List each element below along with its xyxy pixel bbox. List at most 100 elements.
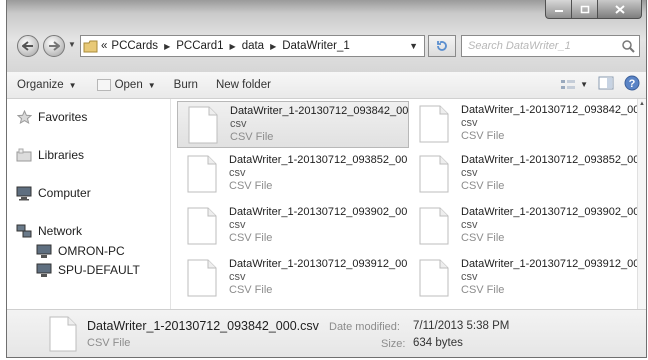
csv-file-icon xyxy=(187,207,217,249)
breadcrumb-data[interactable]: data xyxy=(242,40,264,52)
computer-icon xyxy=(15,185,33,201)
navigation-pane: Favorites Libraries Computer Network OMR… xyxy=(7,99,171,309)
back-button[interactable] xyxy=(17,35,39,57)
new-folder-button[interactable]: New folder xyxy=(210,72,277,98)
file-tile[interactable]: DataWriter_1-20130712_093902_005. csv CS… xyxy=(409,203,641,250)
file-list: DataWriter_1-20130712_093842_000. csv CS… xyxy=(171,99,646,309)
csv-file-icon xyxy=(188,106,218,148)
view-icon xyxy=(561,79,576,89)
file-name: DataWriter_1-20130712_093852_003. xyxy=(461,154,639,166)
vertical-scrollbar[interactable]: ▲ xyxy=(637,99,646,309)
preview-pane-button[interactable] xyxy=(598,76,614,93)
recent-pages-dropdown[interactable]: ▼ xyxy=(68,40,76,49)
breadcrumb-pccards[interactable]: PCCards xyxy=(111,40,158,52)
file-tile[interactable]: DataWriter_1-20130712_093902_004. csv CS… xyxy=(177,203,409,250)
details-size-value: 634 bytes xyxy=(413,337,463,349)
nav-item-computer[interactable]: Computer xyxy=(15,185,91,201)
nav-item-spu-default[interactable]: SPU-DEFAULT xyxy=(35,262,140,278)
explorer-window: ▼ « PCCards ▶ PCCard1 ▶ data ▶ DataWrite… xyxy=(6,0,647,358)
toolbar-view-controls: ▼ ? xyxy=(560,75,640,94)
refresh-icon xyxy=(437,41,447,51)
nav-item-omron-pc[interactable]: OMRON-PC xyxy=(35,243,125,259)
file-tile[interactable]: DataWriter_1-20130712_093912_007. csv CS… xyxy=(409,255,641,302)
csv-file-icon xyxy=(187,155,217,197)
help-icon: ? xyxy=(624,75,640,91)
scroll-up-icon[interactable]: ▲ xyxy=(639,101,645,107)
nav-label-libraries: Libraries xyxy=(38,148,85,162)
file-tile[interactable]: DataWriter_1-20130712_093842_000. csv CS… xyxy=(177,101,409,148)
file-extension: csv xyxy=(461,271,478,283)
nav-item-network[interactable]: Network xyxy=(15,223,82,239)
search-input[interactable]: Search DataWriter_1 xyxy=(461,35,640,57)
open-file-icon xyxy=(96,79,111,91)
file-type: CSV File xyxy=(229,284,273,296)
details-pane: DataWriter_1-20130712_093842_000.csv CSV… xyxy=(7,309,646,357)
details-modified-value: 7/11/2013 5:38 PM xyxy=(413,320,510,332)
close-button[interactable] xyxy=(598,0,642,19)
csv-file-icon xyxy=(419,207,449,249)
nav-label-favorites: Favorites xyxy=(38,110,88,124)
refresh-button[interactable] xyxy=(428,35,456,57)
burn-label: Burn xyxy=(173,79,198,91)
chevron-down-icon: ▼ xyxy=(580,80,588,89)
nav-label-omron-pc: OMRON-PC xyxy=(58,244,125,258)
csv-file-icon xyxy=(419,105,449,147)
file-type: CSV File xyxy=(461,232,505,244)
svg-text:?: ? xyxy=(629,78,636,90)
chevron-down-icon: ▼ xyxy=(68,80,77,90)
details-size-label: Size: xyxy=(381,338,406,350)
file-tile[interactable]: DataWriter_1-20130712_093912_006. csv CS… xyxy=(177,255,409,302)
file-extension: csv xyxy=(461,219,478,231)
search-placeholder: Search DataWriter_1 xyxy=(468,40,571,52)
organize-menu[interactable]: Organize ▼ xyxy=(7,72,83,98)
file-extension: csv xyxy=(229,271,246,283)
burn-button[interactable]: Burn xyxy=(168,72,204,98)
minimize-icon xyxy=(554,10,563,12)
address-bar[interactable]: « PCCards ▶ PCCard1 ▶ data ▶ DataWriter_… xyxy=(80,35,425,57)
chevron-right-icon[interactable]: ▶ xyxy=(230,42,236,51)
file-tile[interactable]: DataWriter_1-20130712_093842_001. csv CS… xyxy=(409,101,641,148)
organize-label: Organize xyxy=(17,79,64,91)
details-modified-label: Date modified: xyxy=(329,321,400,333)
file-name: DataWriter_1-20130712_093852_002. xyxy=(229,154,407,166)
file-name: DataWriter_1-20130712_093912_006. xyxy=(229,258,407,270)
file-type: CSV File xyxy=(461,284,505,296)
new-folder-label: New folder xyxy=(215,79,271,91)
file-name: DataWriter_1-20130712_093842_000. xyxy=(230,105,408,117)
close-icon xyxy=(614,4,625,14)
file-tile[interactable]: DataWriter_1-20130712_093852_003. csv CS… xyxy=(409,151,641,198)
csv-file-icon xyxy=(49,316,77,355)
file-extension: csv xyxy=(230,118,247,130)
nav-item-libraries[interactable]: Libraries xyxy=(15,147,84,163)
csv-file-icon xyxy=(419,155,449,197)
forward-button[interactable] xyxy=(43,35,65,57)
breadcrumb-overflow[interactable]: « xyxy=(101,40,107,52)
maximize-button[interactable] xyxy=(572,0,598,19)
command-bar: Organize ▼ Open ▼ Burn New folder ▼ ? xyxy=(7,72,646,99)
navigation-row: ▼ « PCCards ▶ PCCard1 ▶ data ▶ DataWrite… xyxy=(13,32,640,60)
preview-pane-icon xyxy=(598,76,614,90)
star-icon xyxy=(15,109,33,125)
nav-item-favorites[interactable]: Favorites xyxy=(15,109,87,125)
view-options-button[interactable]: ▼ xyxy=(560,78,588,92)
file-extension: csv xyxy=(229,167,246,179)
help-button[interactable]: ? xyxy=(624,75,640,94)
computer-icon xyxy=(35,262,53,278)
file-tile[interactable]: DataWriter_1-20130712_093852_002. csv CS… xyxy=(177,151,409,198)
address-dropdown-icon[interactable]: ▼ xyxy=(409,41,418,51)
maximize-icon xyxy=(580,5,589,13)
back-arrow-icon xyxy=(22,41,33,51)
open-menu[interactable]: Open ▼ xyxy=(91,72,162,98)
file-name: DataWriter_1-20130712_093902_004. xyxy=(229,206,407,218)
breadcrumb-pccard1[interactable]: PCCard1 xyxy=(176,40,223,52)
breadcrumb-datawriter[interactable]: DataWriter_1 xyxy=(282,40,350,52)
chevron-right-icon[interactable]: ▶ xyxy=(270,42,276,51)
file-extension: csv xyxy=(229,219,246,231)
search-icon xyxy=(622,40,635,53)
library-icon xyxy=(15,147,33,163)
chevron-right-icon[interactable]: ▶ xyxy=(164,42,170,51)
computer-icon xyxy=(35,243,53,259)
file-extension: csv xyxy=(461,117,478,129)
minimize-button[interactable] xyxy=(545,0,572,19)
nav-label-network: Network xyxy=(38,224,83,238)
